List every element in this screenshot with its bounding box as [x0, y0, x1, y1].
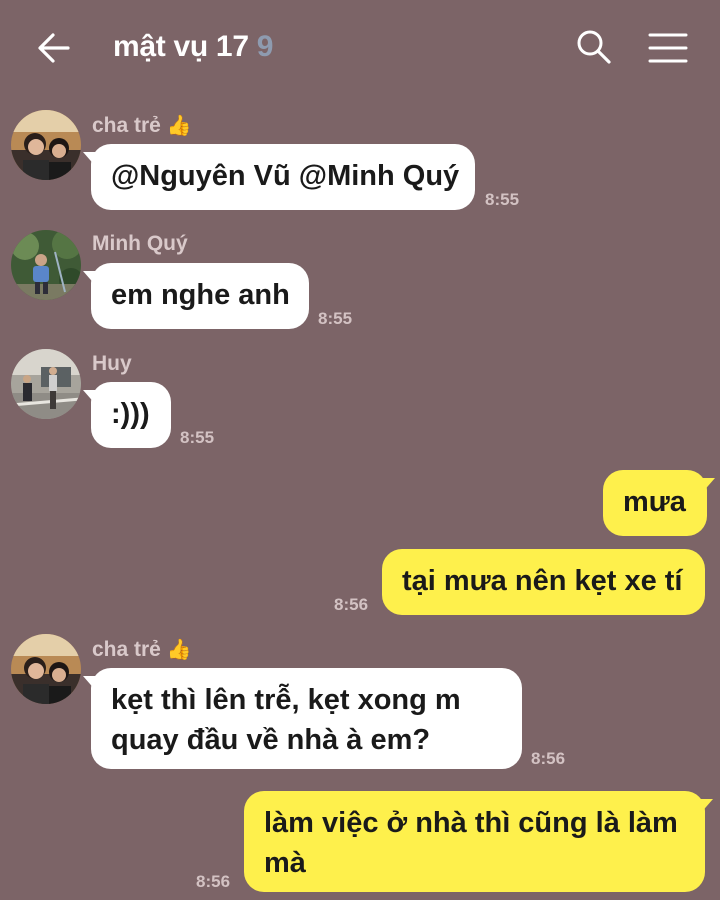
message-bubble[interactable]: kẹt thì lên trễ, kẹt xong m quay đầu về … — [83, 668, 522, 769]
sender-name: cha trẻ 👍 — [92, 114, 192, 137]
message-text-line: làm việc ở nhà thì cũng là làm — [264, 807, 678, 839]
thumbs-up-icon: 👍 — [166, 639, 192, 661]
avatar-cha-tre[interactable] — [11, 634, 81, 704]
avatar-minh-quy[interactable] — [11, 230, 81, 300]
message-text-line: mà — [264, 847, 306, 879]
search-icon[interactable] — [575, 28, 613, 66]
message-time: 8:55 — [318, 309, 353, 328]
message-bubble-outgoing[interactable]: mưa — [603, 470, 715, 536]
menu-icon[interactable] — [648, 30, 688, 66]
message-text: em nghe anh — [111, 279, 290, 311]
message-time: 8:55 — [180, 428, 215, 447]
message-time: 8:56 — [196, 872, 231, 891]
message-time: 8:56 — [531, 749, 566, 768]
sender-name: Minh Quý — [92, 232, 188, 255]
avatar-cha-tre[interactable] — [11, 110, 81, 180]
message-time: 8:55 — [485, 190, 520, 209]
message-bubble[interactable]: @Nguyên Vũ @Minh Quý — [83, 144, 475, 210]
back-arrow-icon[interactable] — [36, 30, 72, 66]
message-time: 8:56 — [334, 595, 369, 614]
chat-header: mật vụ 17 9 — [0, 0, 720, 96]
thumbs-up-icon: 👍 — [166, 115, 192, 137]
message-bubble[interactable]: em nghe anh — [83, 263, 309, 329]
message-text: mưa — [623, 486, 686, 518]
member-count: 9 — [256, 30, 274, 63]
message-text: :))) — [111, 398, 150, 430]
message-bubble-outgoing[interactable]: làm việc ở nhà thì cũng là làm mà — [244, 791, 713, 892]
avatar-huy[interactable] — [11, 349, 81, 419]
message-text: tại mưa nên kẹt xe tí — [402, 565, 683, 597]
message-text-line: kẹt thì lên trễ, kẹt xong m — [111, 684, 461, 716]
message-text: @Nguyên Vũ @Minh Quý — [111, 160, 460, 192]
message-text-line: quay đầu về nhà à em? — [111, 724, 431, 756]
chat-title[interactable]: mật vụ 17 9 — [113, 30, 273, 64]
sender-name: cha trẻ 👍 — [92, 638, 192, 661]
sender-name: Huy — [92, 352, 132, 375]
message-bubble-outgoing[interactable]: tại mưa nên kẹt xe tí — [382, 549, 705, 615]
group-name: mật vụ 17 — [113, 30, 249, 63]
message-bubble[interactable]: :))) — [83, 382, 171, 448]
